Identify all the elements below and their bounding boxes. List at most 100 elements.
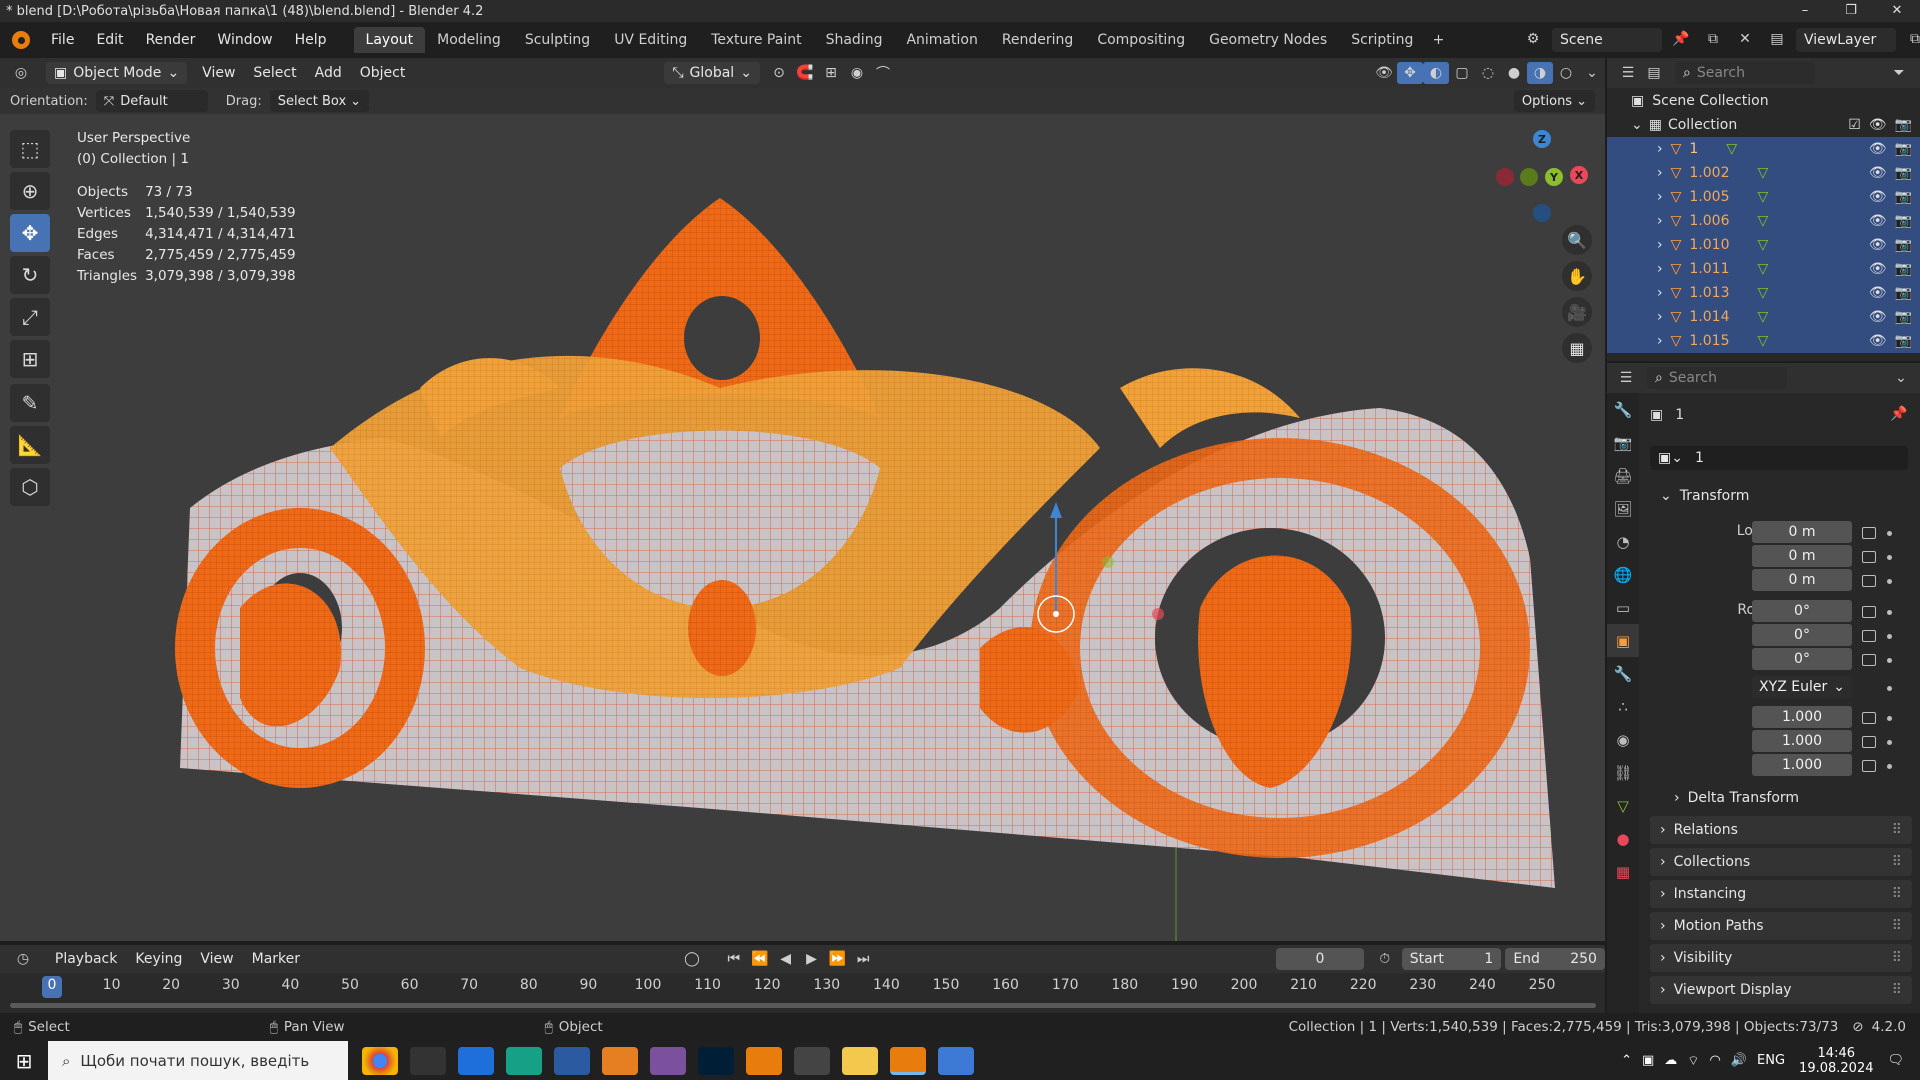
keyframe-dot-icon[interactable] (1887, 740, 1892, 745)
photoshop-icon[interactable] (698, 1046, 734, 1075)
app-stack-icon[interactable] (554, 1046, 590, 1075)
rotate-tool-icon[interactable]: ↻ (10, 256, 50, 294)
outliner-object-row[interactable]: › ▽ 1.013 ▽ 👁 📷 (1607, 281, 1920, 305)
world-tab-icon[interactable]: 🌐 (1607, 558, 1639, 591)
wireframe-shading-icon[interactable]: ◌ (1475, 62, 1501, 84)
camera-icon[interactable]: 📷 (1895, 141, 1912, 157)
tab-modeling[interactable]: Modeling (425, 27, 513, 53)
keyframe-dot-icon[interactable] (1887, 579, 1892, 584)
proportional-edit-icon[interactable]: ◉ (844, 62, 870, 84)
view-layer-selector[interactable]: ViewLayer (1796, 28, 1896, 52)
drag-dropdown[interactable]: Select Box ⌄ (269, 90, 370, 112)
outliner-object-row[interactable]: › ▽ 1.014 ▽ 👁 📷 (1607, 305, 1920, 329)
material-tab-icon[interactable]: ● (1607, 822, 1639, 855)
camera-icon[interactable]: 📷 (1895, 189, 1912, 205)
outliner-object-row[interactable]: › ▽ 1 ▽ 👁 📷 (1607, 137, 1920, 161)
clock-icon[interactable]: ⏱ (1372, 948, 1398, 970)
keyframe-dot-icon[interactable] (1887, 634, 1892, 639)
notifications-icon[interactable]: 🗨 (1887, 1053, 1904, 1068)
collection-tab-icon[interactable]: ▭ (1607, 591, 1639, 624)
eye-icon[interactable]: 👁 (1869, 309, 1887, 325)
lock-icon[interactable] (1862, 575, 1876, 587)
collection-row[interactable]: ⌄ ▦ Collection ☑ 👁 📷 (1607, 113, 1920, 137)
view-layer-icon[interactable]: ▤ (1764, 28, 1790, 50)
falloff-icon[interactable]: ⌒ (870, 62, 896, 84)
render-tab-icon[interactable]: 📷 (1607, 426, 1639, 459)
eye-icon[interactable]: 👁 (1869, 333, 1887, 349)
eye-icon[interactable]: 👁 (1869, 285, 1887, 301)
lock-icon[interactable] (1862, 736, 1876, 748)
menu-render[interactable]: Render (135, 32, 207, 48)
chrome-icon[interactable] (362, 1046, 398, 1075)
visibility-icon[interactable]: 👁 (1371, 62, 1397, 84)
eye-icon[interactable]: 👁 (1869, 117, 1887, 133)
camera-icon[interactable]: 📷 (1895, 309, 1912, 325)
snap-target-icon[interactable]: ⊞ (818, 62, 844, 84)
jump-start-icon[interactable]: ⏮ (721, 948, 747, 970)
chevron-right-icon[interactable]: › (1657, 165, 1663, 181)
prev-keyframe-icon[interactable]: ⏪ (747, 948, 773, 970)
camera-icon[interactable]: 📷 (1895, 333, 1912, 349)
menu-file[interactable]: File (40, 32, 85, 48)
tab-compositing[interactable]: Compositing (1085, 27, 1197, 53)
select-menu[interactable]: Select (244, 65, 305, 81)
timeline-editor-icon[interactable]: ◷ (10, 948, 36, 970)
xnconvert-icon[interactable] (794, 1046, 830, 1075)
playback-menu[interactable]: Playback (46, 951, 126, 967)
camera-view-icon[interactable]: 🎥 (1562, 297, 1592, 327)
delete-scene-icon[interactable]: ✕ (1732, 28, 1758, 50)
lock-icon[interactable] (1862, 551, 1876, 563)
tab-uv-editing[interactable]: UV Editing (602, 27, 699, 53)
close-button[interactable]: ✕ (1874, 0, 1920, 22)
tab-rendering[interactable]: Rendering (990, 27, 1086, 53)
play-reverse-icon[interactable]: ◀ (773, 948, 799, 970)
minimize-button[interactable]: – (1782, 0, 1828, 22)
chevron-down-icon[interactable]: ⌄ (1888, 367, 1914, 389)
drag-handle-icon[interactable]: ⠿ (1892, 822, 1902, 838)
gizmo-x-icon[interactable]: X (1570, 166, 1588, 184)
camera-icon[interactable]: 📷 (1895, 237, 1912, 253)
keyframe-dot-icon[interactable] (1887, 716, 1892, 721)
constraints-tab-icon[interactable]: ⛓ (1607, 756, 1639, 789)
keyframe-dot-icon[interactable] (1887, 658, 1892, 663)
marker-menu[interactable]: Marker (243, 951, 309, 967)
app-browser-icon[interactable] (458, 1046, 494, 1075)
tab-scripting[interactable]: Scripting (1339, 27, 1425, 53)
lock-icon[interactable] (1862, 712, 1876, 724)
delta-transform-header[interactable]: › Delta Transform (1650, 784, 1912, 812)
physics-tab-icon[interactable]: ◉ (1607, 723, 1639, 756)
network-icon[interactable]: ⌔ (1687, 1053, 1699, 1069)
eye-icon[interactable]: 👁 (1869, 165, 1887, 181)
file-explorer-icon[interactable] (842, 1046, 878, 1075)
gizmo-toggle-icon[interactable]: ✥ (1397, 62, 1423, 84)
rotation-x-field[interactable]: 0° (1752, 600, 1852, 622)
cloud-icon[interactable]: ☁ (1664, 1053, 1677, 1068)
blender-active-icon[interactable] (890, 1046, 926, 1075)
menu-edit[interactable]: Edit (85, 32, 134, 48)
new-scene-icon[interactable]: ⧉ (1700, 28, 1726, 50)
checkbox-icon[interactable]: ☑ (1848, 117, 1861, 133)
solid-shading-icon[interactable]: ● (1501, 62, 1527, 84)
camera-icon[interactable]: 📷 (1895, 285, 1912, 301)
pan-hand-icon[interactable]: ✋ (1562, 261, 1592, 291)
outliner-object-row[interactable]: › ▽ 1.005 ▽ 👁 📷 (1607, 185, 1920, 209)
jump-end-icon[interactable]: ⏭ (850, 948, 876, 970)
view-menu-timeline[interactable]: View (191, 951, 242, 967)
viber-icon[interactable] (650, 1046, 686, 1075)
drag-handle-icon[interactable]: ⠿ (1892, 982, 1902, 998)
lock-icon[interactable] (1862, 654, 1876, 666)
data-tab-icon[interactable]: ▽ (1607, 789, 1639, 822)
particles-tab-icon[interactable]: ∴ (1607, 690, 1639, 723)
chevron-right-icon[interactable]: › (1657, 141, 1663, 157)
maximize-button[interactable]: ❐ (1828, 0, 1874, 22)
scale-tool-icon[interactable]: ⤢ (10, 298, 50, 336)
drag-handle-icon[interactable]: ⠿ (1892, 854, 1902, 870)
tab-animation[interactable]: Animation (894, 27, 989, 53)
next-keyframe-icon[interactable]: ⏩ (824, 948, 850, 970)
outliner-object-row[interactable]: › ▽ 1.015 ▽ 👁 📷 (1607, 329, 1920, 353)
editor-type-icon[interactable]: ◎ (8, 62, 34, 84)
pivot-icon[interactable]: ⊙ (766, 62, 792, 84)
keyframe-dot-icon[interactable] (1887, 610, 1892, 615)
eye-icon[interactable]: 👁 (1869, 141, 1887, 157)
rotation-z-field[interactable]: 0° (1752, 648, 1852, 670)
